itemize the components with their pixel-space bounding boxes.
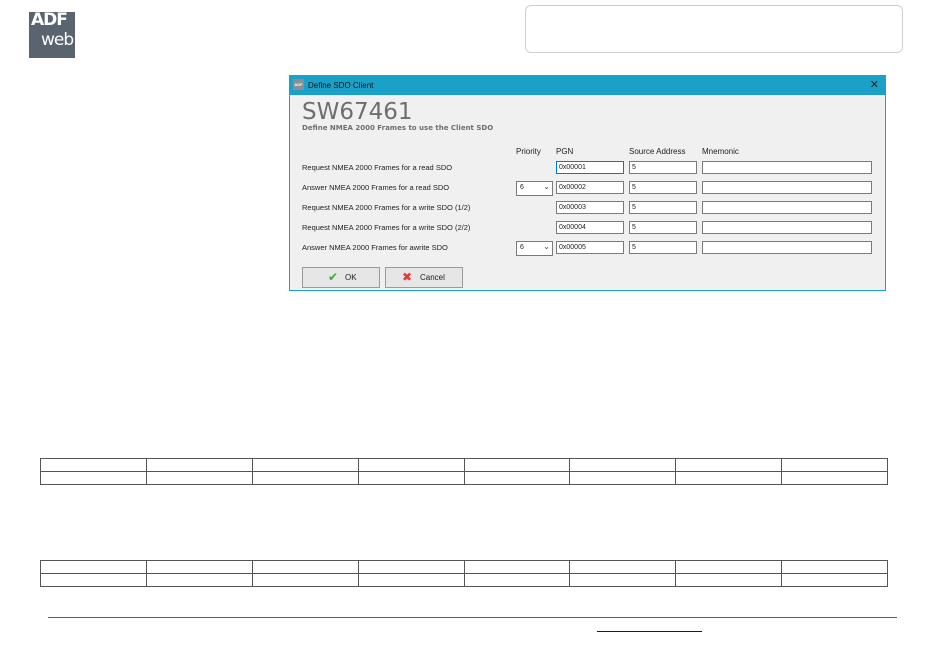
source-address-input[interactable]: 5 [629, 161, 697, 174]
table-row [40, 573, 888, 587]
mnemonic-input[interactable] [702, 201, 872, 214]
page-title: SW67461 [302, 99, 413, 125]
cancel-button[interactable]: ✖ Cancel [385, 267, 463, 288]
close-icon[interactable]: ✕ [870, 76, 879, 95]
pgn-input[interactable]: 0x00001 [556, 161, 624, 174]
header-box [525, 5, 903, 53]
cancel-button-label: Cancel [420, 273, 445, 282]
dialog-title: Define SDO Client [308, 81, 374, 90]
pgn-input[interactable]: 0x00002 [556, 181, 624, 194]
row-label: Answer NMEA 2000 Frames for awrite SDO [302, 243, 448, 252]
page-subtitle: Define NMEA 2000 Frames to use the Clien… [302, 124, 494, 132]
mnemonic-input[interactable] [702, 241, 872, 254]
column-header-source-address: Source Address [629, 147, 686, 156]
pgn-input[interactable]: 0x00004 [556, 221, 624, 234]
app-icon: ADF [293, 79, 304, 90]
footer-link[interactable] [597, 631, 702, 632]
source-address-input[interactable]: 5 [629, 181, 697, 194]
define-sdo-client-dialog: ADF Define SDO Client ✕ SW67461 Define N… [289, 75, 886, 291]
priority-value: 6 [520, 244, 524, 251]
logo-text-web: web [41, 30, 74, 50]
mnemonic-input[interactable] [702, 221, 872, 234]
dialog-titlebar[interactable]: ADF Define SDO Client ✕ [290, 76, 885, 95]
chevron-down-icon: ⌄ [543, 242, 550, 251]
pgn-input[interactable]: 0x00005 [556, 241, 624, 254]
adfweb-logo: ADF web [29, 10, 75, 58]
table-row [40, 458, 888, 472]
row-label: Request NMEA 2000 Frames for a write SDO… [302, 203, 471, 212]
row-label: Request NMEA 2000 Frames for a write SDO… [302, 223, 471, 232]
column-header-priority: Priority [516, 147, 541, 156]
footer-divider [48, 617, 897, 618]
empty-table-1 [40, 458, 888, 485]
mnemonic-input[interactable] [702, 181, 872, 194]
table-row [40, 560, 888, 574]
source-address-input[interactable]: 5 [629, 201, 697, 214]
pgn-input[interactable]: 0x00003 [556, 201, 624, 214]
priority-value: 6 [520, 184, 524, 191]
empty-table-2 [40, 560, 888, 587]
checkmark-icon: ✔ [328, 270, 339, 284]
column-header-pgn: PGN [556, 147, 574, 156]
source-address-input[interactable]: 5 [629, 241, 697, 254]
row-label: Answer NMEA 2000 Frames for a read SDO [302, 183, 450, 192]
ok-button-label: OK [345, 273, 357, 282]
priority-select[interactable]: 6 ⌄ [516, 181, 553, 196]
ok-button[interactable]: ✔ OK [302, 267, 380, 288]
row-label: Request NMEA 2000 Frames for a read SDO [302, 163, 453, 172]
logo-text-adf: ADF [31, 10, 68, 30]
cross-icon: ✖ [402, 270, 413, 284]
column-header-mnemonic: Mnemonic [702, 147, 739, 156]
mnemonic-input[interactable] [702, 161, 872, 174]
priority-select[interactable]: 6 ⌄ [516, 241, 553, 256]
chevron-down-icon: ⌄ [543, 182, 550, 191]
table-row [40, 471, 888, 485]
source-address-input[interactable]: 5 [629, 221, 697, 234]
